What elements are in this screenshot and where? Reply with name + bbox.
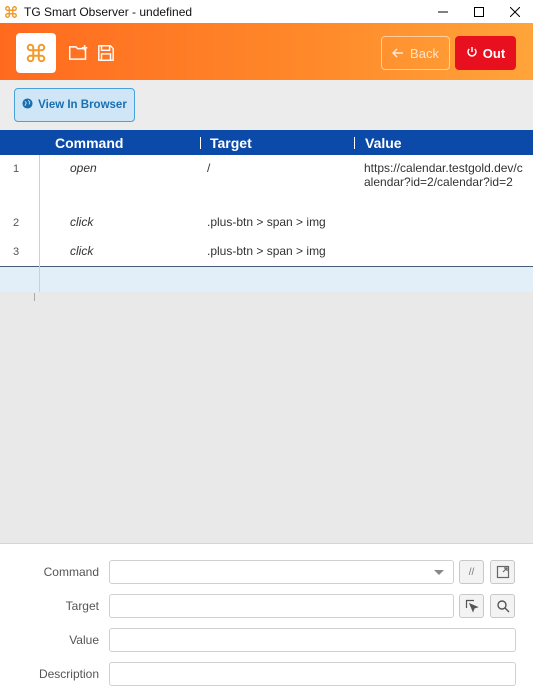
save-button[interactable] [94,41,118,65]
command-key-icon [26,43,46,63]
toolbar: View In Browser [0,80,533,130]
new-command-row[interactable] [0,268,533,292]
view-in-browser-label: View In Browser [38,99,127,111]
command-select[interactable] [109,560,454,584]
row-command: click [70,215,94,229]
row-target: .plus-btn > span > img [207,244,326,258]
row-number: 2 [13,217,20,229]
row-number: 1 [13,163,20,175]
folder-plus-icon [68,45,87,60]
back-button-label: Back [410,45,439,61]
value-label: Value [69,633,99,647]
row-value: https://calendar.testgold.dev/calendar?i… [364,161,523,189]
arrow-left-icon [392,46,404,61]
target-input[interactable] [109,594,454,618]
app-header: Back Out [0,23,533,80]
description-input[interactable] [109,662,516,686]
back-button[interactable]: Back [381,36,450,70]
save-icon [98,45,114,61]
window-title: TG Smart Observer - undefined [24,4,193,19]
chevron-down-icon [434,570,444,575]
table-row[interactable]: 2 click .plus-btn > span > img [0,215,533,239]
value-input[interactable] [109,628,516,652]
text-cursor [34,293,35,301]
target-label: Target [65,599,99,613]
open-external-icon [496,565,509,579]
maximize-button[interactable] [461,0,497,23]
column-header-value[interactable]: Value [365,135,402,151]
globe-icon [22,98,33,112]
row-target: .plus-btn > span > img [207,215,326,229]
column-header-target[interactable]: Target [210,135,252,151]
open-reference-button[interactable] [490,560,515,584]
table-row[interactable]: 1 open / https://calendar.testgold.dev/c… [0,161,533,211]
select-target-button[interactable] [459,594,484,618]
command-editor-form: Command // Target Value Description [0,543,533,700]
column-divider [354,137,355,149]
row-number: 3 [13,246,20,258]
power-icon [466,46,478,61]
row-number-gutter [39,155,40,293]
row-command: open [70,161,97,175]
row-target: / [207,161,211,175]
out-button[interactable]: Out [455,36,516,70]
description-label: Description [38,667,99,681]
row-command: click [70,244,94,258]
close-window-button[interactable] [497,0,533,23]
new-folder-button[interactable] [66,41,90,65]
minimize-button[interactable] [425,0,461,23]
table-empty-area [0,292,533,543]
column-header-command[interactable]: Command [55,135,123,151]
select-target-icon [465,599,479,613]
command-label: Command [43,565,99,579]
view-in-browser-button[interactable]: View In Browser [14,88,135,122]
search-icon [496,600,509,613]
commands-table-body: 1 open / https://calendar.testgold.dev/c… [0,155,533,267]
find-target-button[interactable] [490,594,515,618]
table-row[interactable]: 3 click .plus-btn > span > img [0,244,533,266]
out-button-label: Out [482,45,506,61]
comment-toggle-button[interactable]: // [459,560,484,584]
column-divider [200,137,201,149]
commands-table-header: Command Target Value [0,130,533,155]
comment-toggle-label: // [468,566,475,578]
window-titlebar: TG Smart Observer - undefined [0,0,533,23]
command-key-icon [4,5,18,19]
logo-button[interactable] [16,33,56,73]
